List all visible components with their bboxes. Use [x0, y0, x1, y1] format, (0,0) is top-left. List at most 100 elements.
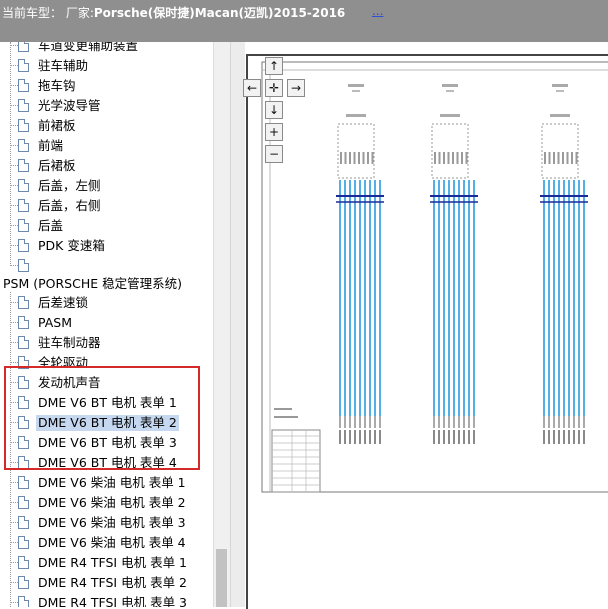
document-icon: [18, 119, 29, 132]
wire-code: [438, 430, 440, 444]
tree-connector: [10, 542, 18, 543]
wiring-diagram: [261, 61, 608, 493]
tree-item[interactable]: DME R4 TFSI 电机 表单 3: [0, 593, 213, 607]
recenter-button[interactable]: ✛: [265, 79, 283, 97]
pin-label: [353, 152, 356, 164]
wire-code: [364, 430, 366, 444]
tree-item[interactable]: PASM: [0, 313, 213, 333]
tree-item[interactable]: 车道变更辅助装置: [0, 42, 213, 56]
wire-code: [344, 430, 346, 444]
document-icon: [18, 259, 29, 272]
pin-label: [566, 152, 569, 164]
tree-item[interactable]: 拖车钩: [0, 76, 213, 96]
pin-label: [452, 152, 454, 164]
tree-item[interactable]: 后裙板: [0, 156, 213, 176]
wire-code: [374, 430, 376, 444]
tree-scrollbar[interactable]: [213, 42, 230, 607]
wire-code: [458, 430, 460, 444]
wire-code: [433, 430, 435, 444]
pin-label: [447, 152, 450, 164]
document-icon: [18, 239, 29, 252]
tree-item[interactable]: 驻车辅助: [0, 56, 213, 76]
pin-label: [553, 152, 555, 164]
tree-connector: [10, 45, 18, 46]
wire-code: [583, 430, 585, 444]
tree-item-label: 后差速锁: [38, 295, 89, 310]
tree-item-label: 车道变更辅助装置: [38, 42, 139, 53]
current-model-label: 当前车型： 厂家:Porsche(保时捷)Macan(迈凯)2015-2016: [2, 4, 345, 21]
tree-item-label: DME V6 柴油 电机 表单 4: [38, 535, 186, 550]
tree-connector: [10, 185, 18, 186]
pin-label: [465, 152, 468, 164]
tree-item[interactable]: 后盖: [0, 216, 213, 236]
wire-code: [548, 430, 550, 444]
tree-item[interactable]: DME R4 TFSI 电机 表单 2: [0, 573, 213, 593]
tree-item[interactable]: 光学波导管: [0, 96, 213, 116]
tree-item-label: 拖车钩: [38, 78, 76, 93]
wiring-diagram-viewer[interactable]: [246, 54, 608, 609]
document-icon: [18, 596, 29, 607]
wire-code: [578, 430, 580, 444]
tree-item[interactable]: DME R4 TFSI 电机 表单 1: [0, 553, 213, 573]
pin-label: [544, 152, 546, 164]
component-label: [550, 114, 570, 117]
tree-group-psm[interactable]: PSM (PORSCHE 稳定管理系统): [3, 276, 182, 292]
pan-right-button[interactable]: →: [287, 79, 305, 97]
panel-divider[interactable]: [230, 42, 245, 607]
tree-connector: [10, 145, 18, 146]
tree-item[interactable]: 后盖，左侧: [0, 176, 213, 196]
tree-item-label: DME V6 柴油 电机 表单 2: [38, 495, 186, 510]
tree-item-label: PASM: [38, 315, 73, 330]
tree-item[interactable]: 驻车制动器: [0, 333, 213, 353]
tree-item[interactable]: DME V6 柴油 电机 表单 3: [0, 513, 213, 533]
document-icon: [18, 336, 29, 349]
wire-code: [339, 430, 341, 444]
zoom-out-button[interactable]: −: [265, 145, 283, 163]
scrollbar-thumb[interactable]: [216, 549, 227, 607]
wire-code: [463, 430, 465, 444]
tree-item-label: 后盖: [38, 218, 64, 233]
wire-code: [468, 430, 470, 444]
tree-item[interactable]: 前裙板: [0, 116, 213, 136]
tree-item[interactable]: 后差速锁: [0, 293, 213, 313]
tree-item[interactable]: DME V6 柴油 电机 表单 1: [0, 473, 213, 493]
document-icon: [18, 179, 29, 192]
tree-item-label: 后盖，左侧: [38, 178, 101, 193]
tree-item-label: 后裙板: [38, 158, 76, 173]
tree-connector: [10, 302, 18, 303]
pin-label: [434, 152, 436, 164]
tree-connector: [10, 265, 18, 266]
wire-code: [573, 430, 575, 444]
document-icon: [18, 79, 29, 92]
tree-connector: [10, 322, 18, 323]
wire-code: [359, 430, 361, 444]
pin-label: [438, 152, 441, 164]
tree-item-label: DME R4 TFSI 电机 表单 1: [38, 555, 187, 570]
wiring-tree-panel: 车道变更辅助装置驻车辅助拖车钩光学波导管 前裙板 前端后裙板后盖，左侧后盖，右侧后盖…: [0, 42, 213, 607]
document-icon: [18, 496, 29, 509]
pin-label: [340, 152, 342, 164]
document-icon: [18, 536, 29, 549]
pan-down-button[interactable]: ↓: [265, 101, 283, 119]
pin-label: [575, 152, 578, 164]
tree-item[interactable]: 前端: [0, 136, 213, 156]
tree-item[interactable]: 后盖，右侧: [0, 196, 213, 216]
pan-up-button[interactable]: ↑: [265, 57, 283, 75]
component-label: [352, 90, 360, 92]
wire-code: [448, 430, 450, 444]
tree-item[interactable]: DME V6 柴油 电机 表单 4: [0, 533, 213, 553]
tree-connector: [10, 522, 18, 523]
pan-left-button[interactable]: ←: [243, 79, 261, 97]
wire-code: [453, 430, 455, 444]
tree-connector: [10, 65, 18, 66]
tree-item[interactable]: PDK 变速箱: [0, 236, 213, 256]
zoom-in-button[interactable]: +: [265, 123, 283, 141]
tree-item[interactable]: [0, 256, 213, 276]
title-link[interactable]: ...: [372, 4, 383, 18]
tree-item[interactable]: DME V6 柴油 电机 表单 2: [0, 493, 213, 513]
tree-connector: [10, 245, 18, 246]
component-label: [446, 90, 454, 92]
wire-code: [568, 430, 570, 444]
legend-note: [274, 416, 298, 418]
pin-label: [461, 152, 463, 164]
